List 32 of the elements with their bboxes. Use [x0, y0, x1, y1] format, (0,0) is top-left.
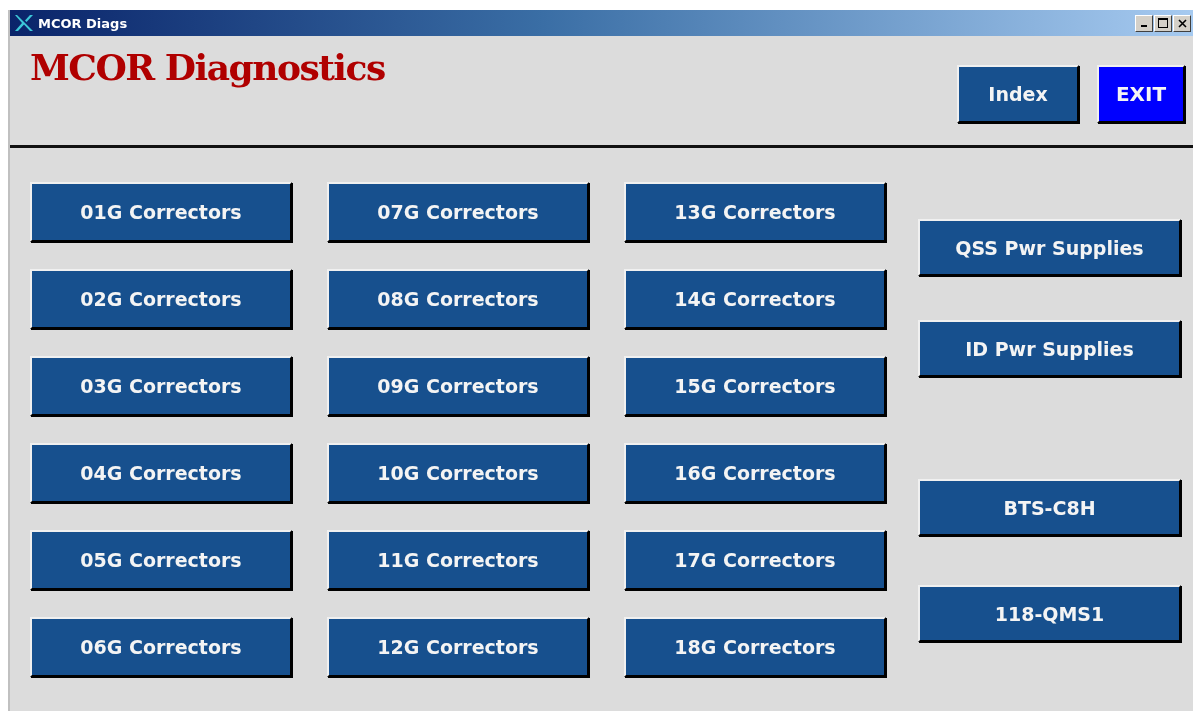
power-supply-button[interactable]: BTS-C8H — [918, 479, 1181, 536]
corrector-button[interactable]: 17G Correctors — [624, 530, 886, 590]
window-title: MCOR Diags — [38, 15, 129, 31]
corrector-button[interactable]: 10G Correctors — [327, 443, 589, 503]
corrector-button[interactable]: 02G Correctors — [30, 269, 292, 329]
corrector-button[interactable]: 05G Correctors — [30, 530, 292, 590]
corrector-button[interactable]: 01G Correctors — [30, 182, 292, 242]
corrector-button[interactable]: 08G Correctors — [327, 269, 589, 329]
maximize-button[interactable] — [1154, 14, 1172, 32]
app-logo-icon — [14, 14, 34, 32]
maximize-icon — [1158, 18, 1168, 28]
corrector-button[interactable]: 13G Correctors — [624, 182, 886, 242]
corrector-button[interactable]: 11G Correctors — [327, 530, 589, 590]
power-supply-button[interactable]: ID Pwr Supplies — [918, 320, 1181, 377]
corrector-button[interactable]: 14G Correctors — [624, 269, 886, 329]
corrector-button[interactable]: 03G Correctors — [30, 356, 292, 416]
power-supply-button[interactable]: QSS Pwr Supplies — [918, 219, 1181, 276]
power-supply-button[interactable]: 118-QMS1 — [918, 585, 1181, 642]
corrector-button[interactable]: 15G Correctors — [624, 356, 886, 416]
minimize-button[interactable] — [1135, 14, 1153, 32]
corrector-button[interactable]: 18G Correctors — [624, 617, 886, 677]
page-heading: MCOR Diagnostics — [30, 46, 385, 88]
close-icon — [1177, 18, 1187, 28]
corrector-button[interactable]: 07G Correctors — [327, 182, 589, 242]
exit-button[interactable]: EXIT — [1097, 65, 1185, 123]
corrector-button[interactable]: 04G Correctors — [30, 443, 292, 503]
index-button[interactable]: Index — [957, 65, 1079, 123]
corrector-button[interactable]: 16G Correctors — [624, 443, 886, 503]
corrector-button[interactable]: 06G Correctors — [30, 617, 292, 677]
corrector-button[interactable]: 12G Correctors — [327, 617, 589, 677]
close-button[interactable] — [1173, 14, 1191, 32]
corrector-button[interactable]: 09G Correctors — [327, 356, 589, 416]
